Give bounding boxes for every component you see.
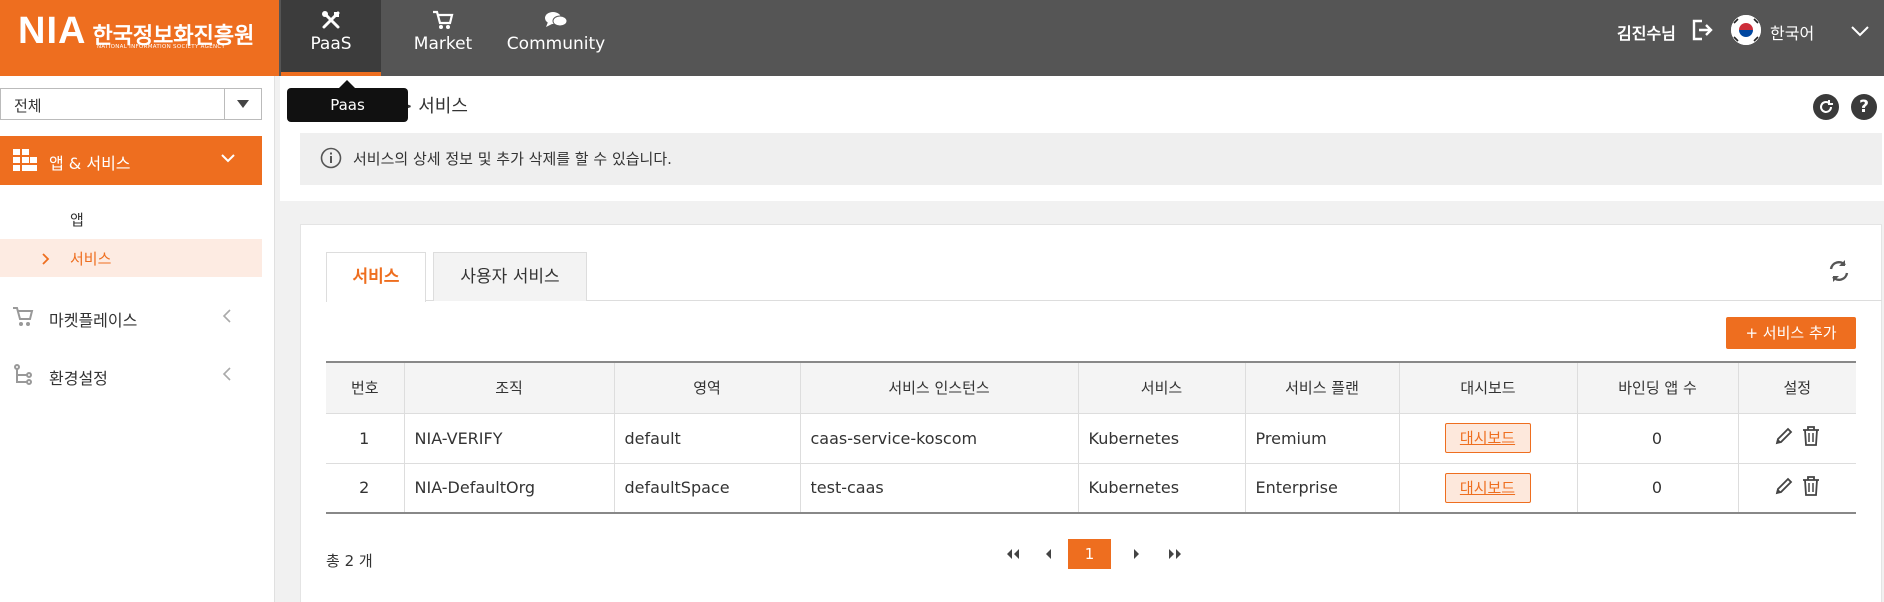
user-name: 김진수님 xyxy=(1617,24,1676,43)
org-select-value: 전체 xyxy=(14,97,42,115)
column-header: 대시보드 xyxy=(1398,361,1577,414)
info-icon xyxy=(320,147,342,173)
column-header: 바인딩 앱 수 xyxy=(1576,361,1738,414)
cell-bindings: 0 xyxy=(1576,413,1738,464)
sidebar-item-marketplace[interactable]: 마켓플레이스 xyxy=(0,297,262,337)
tab-user-service[interactable]: 사용자 서비스 xyxy=(433,252,587,301)
nav-paas[interactable]: PaaS xyxy=(281,0,381,76)
brand-name: NIA xyxy=(18,10,87,52)
page-next-icon[interactable] xyxy=(1127,539,1147,569)
logout-icon[interactable] xyxy=(1690,18,1714,46)
cell-actions xyxy=(1737,463,1856,514)
column-header: 영역 xyxy=(613,361,800,414)
table-row: 1 NIA-VERIFY default caas-service-koscom… xyxy=(326,413,1856,464)
trash-icon[interactable] xyxy=(1802,426,1820,450)
nav-community[interactable]: Community xyxy=(500,0,612,76)
cell-service: Kubernetes xyxy=(1077,413,1245,464)
chevron-down-icon[interactable] xyxy=(1849,20,1871,46)
dashboard-button[interactable]: 대시보드 xyxy=(1444,472,1531,503)
refresh-icon[interactable] xyxy=(1826,258,1852,288)
add-service-button[interactable]: + 서비스 추가 xyxy=(1726,317,1856,349)
refresh-icon[interactable] xyxy=(1813,94,1839,120)
tools-icon xyxy=(281,10,381,30)
tab-service[interactable]: 서비스 xyxy=(326,252,426,302)
cell-dashboard: 대시보드 xyxy=(1398,413,1577,464)
caret-down-icon[interactable] xyxy=(224,89,261,119)
nav-community-label: Community xyxy=(506,34,606,54)
chevron-left-icon xyxy=(222,309,231,327)
nav-tooltip: Paas xyxy=(287,80,408,122)
chevron-right-icon xyxy=(42,251,50,269)
cell-actions xyxy=(1737,413,1856,464)
help-icon[interactable]: ? xyxy=(1851,94,1877,120)
sidebar-item-label: 마켓플레이스 xyxy=(49,311,138,330)
language-label[interactable]: 한국어 xyxy=(1770,20,1814,44)
sidebar-subitem-app[interactable]: 앱 xyxy=(70,209,84,230)
table-header-row: 번호 조직 영역 서비스 인스턴스 서비스 서비스 플랜 대시보드 바인딩 앱 … xyxy=(326,361,1856,414)
cart-icon xyxy=(12,306,34,332)
cell-instance: caas-service-koscom xyxy=(799,413,1078,464)
cell-no: 1 xyxy=(326,413,404,464)
column-header: 서비스 인스턴스 xyxy=(799,361,1078,414)
column-header: 서비스 플랜 xyxy=(1244,361,1399,414)
cell-org: NIA-VERIFY xyxy=(403,413,614,464)
cell-space: defaultSpace xyxy=(613,463,800,514)
cell-plan: Enterprise xyxy=(1244,463,1399,514)
info-message: 서비스의 상세 정보 및 추가 삭제를 할 수 있습니다. xyxy=(300,133,1882,185)
cell-org: NIA-DefaultOrg xyxy=(403,463,614,514)
cart-icon xyxy=(393,10,493,30)
page-last-icon[interactable] xyxy=(1162,539,1188,569)
total-count: 총 2 개 xyxy=(326,552,373,570)
sidebar-item-app-service[interactable]: 앱 & 서비스 xyxy=(0,136,262,185)
info-text: 서비스의 상세 정보 및 추가 삭제를 할 수 있습니다. xyxy=(353,150,672,168)
cell-dashboard: 대시보드 xyxy=(1398,463,1577,514)
app-grid-icon xyxy=(13,149,37,175)
korea-flag-icon[interactable] xyxy=(1731,15,1761,45)
sidebar-item-settings[interactable]: 환경설정 xyxy=(0,355,262,395)
sidebar-subitem-label: 서비스 xyxy=(70,250,112,268)
nav-market[interactable]: Market xyxy=(393,0,493,76)
org-select[interactable]: 전체 xyxy=(0,88,262,120)
nav-paas-label: PaaS xyxy=(310,34,352,54)
cell-no: 2 xyxy=(326,463,404,514)
settings-tree-icon xyxy=(12,364,34,390)
column-header: 서비스 xyxy=(1077,361,1245,414)
sidebar-item-label: 환경설정 xyxy=(49,369,108,388)
service-table: 번호 조직 영역 서비스 인스턴스 서비스 서비스 플랜 대시보드 바인딩 앱 … xyxy=(326,361,1856,514)
page-current[interactable]: 1 xyxy=(1068,539,1111,569)
nav-market-label: Market xyxy=(413,34,473,54)
trash-icon[interactable] xyxy=(1802,475,1820,500)
dashboard-button[interactable]: 대시보드 xyxy=(1444,423,1531,453)
cell-service: Kubernetes xyxy=(1077,463,1245,514)
edit-pencil-icon[interactable] xyxy=(1774,426,1794,450)
chevron-left-icon xyxy=(222,367,231,385)
page-prev-icon[interactable] xyxy=(1038,539,1058,569)
brand-logo[interactable]: NIA 한국정보화진흥원 NATIONAL INFORMATION SOCIET… xyxy=(0,0,279,76)
cell-bindings: 0 xyxy=(1576,463,1738,514)
column-header: 설정 xyxy=(1737,361,1856,414)
table-row: 2 NIA-DefaultOrg defaultSpace test-caas … xyxy=(326,463,1856,514)
top-navigation-bar: NIA 한국정보화진흥원 NATIONAL INFORMATION SOCIET… xyxy=(0,0,1884,76)
chat-icon xyxy=(500,10,612,30)
sidebar-item-label: 앱 & 서비스 xyxy=(49,154,131,173)
cell-space: default xyxy=(613,413,800,464)
chevron-down-icon xyxy=(220,151,236,169)
column-header: 번호 xyxy=(326,361,404,414)
sidebar: 전체 앱 & 서비스 앱 서비스 마켓플레이스 환경설정 xyxy=(0,76,275,602)
sidebar-subitem-service[interactable]: 서비스 xyxy=(0,239,262,277)
cell-plan: Premium xyxy=(1244,413,1399,464)
cell-instance: test-caas xyxy=(799,463,1078,514)
edit-pencil-icon[interactable] xyxy=(1774,476,1794,500)
brand-subtitle: NATIONAL INFORMATION SOCIETY AGENCY xyxy=(97,44,226,50)
column-header: 조직 xyxy=(403,361,614,414)
page-first-icon[interactable] xyxy=(1000,539,1026,569)
